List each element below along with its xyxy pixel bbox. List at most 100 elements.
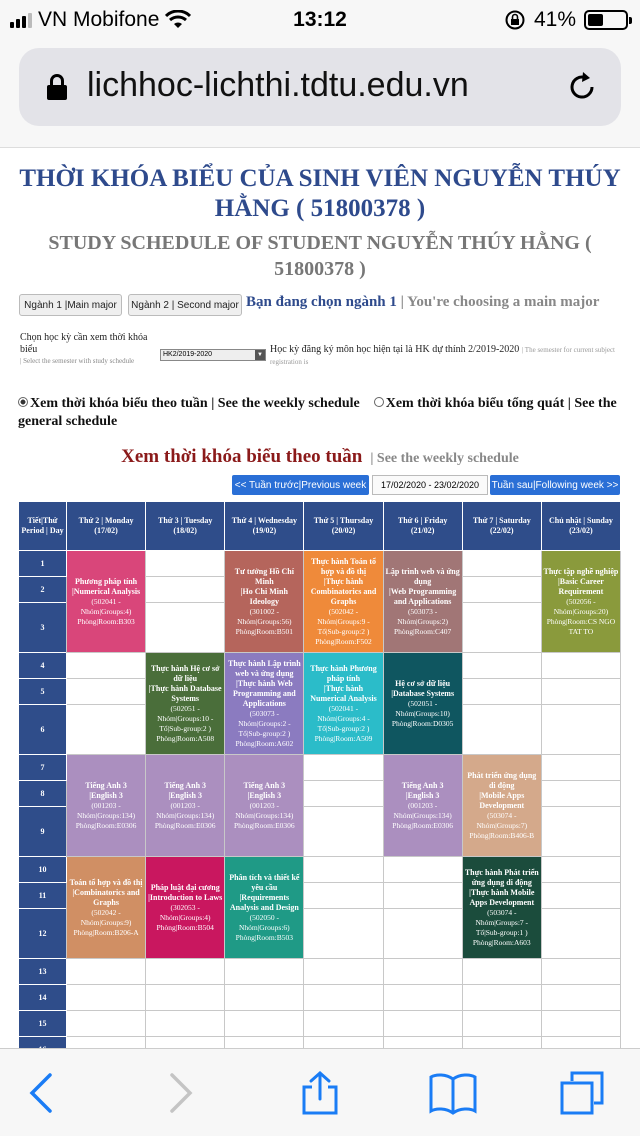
chevron-down-icon: ▼: [255, 350, 265, 360]
day-name: Chủ nhật | Sunday: [549, 516, 613, 525]
schedule-event[interactable]: Tiếng Anh 3 |English 3 (001203 - Nhóm|Grou…: [224, 754, 305, 857]
schedule-event[interactable]: Thực hành Toán tổ hợp và đồ thị |Thực hàn…: [303, 550, 384, 653]
schedule-event[interactable]: Hệ cơ sở dữ liệu |Database Systems (502051…: [382, 652, 463, 755]
empty-cell: [540, 856, 622, 883]
back-icon[interactable]: [20, 1071, 64, 1115]
schedule-event[interactable]: Tư tưởng Hồ Chí Minh |Ho Chi Minh Ideolog…: [224, 550, 305, 653]
address-bar[interactable]: lichhoc-lichthi.tdtu.edu.vn: [19, 48, 621, 126]
empty-cell: [461, 1010, 542, 1037]
period-label: 12: [18, 908, 67, 959]
reload-icon[interactable]: [565, 70, 599, 104]
empty-cell: [382, 984, 463, 1011]
day-header: Thứ 3 | Tuesday (18/02): [145, 501, 226, 551]
forward-icon[interactable]: [158, 1071, 202, 1115]
empty-cell: [224, 1010, 305, 1037]
event-subtitle: |Thực hành Web Programming and Applicati…: [232, 678, 296, 708]
event-detail: (502042 - Nhóm|Groups:9 - Tổ|Sub-group:2…: [315, 606, 372, 646]
schedule-event[interactable]: Thực hành Lập trình web và ứng dụng |Thực…: [224, 652, 305, 755]
general-radio[interactable]: [373, 397, 384, 407]
period-label: 13: [18, 958, 67, 985]
previous-week-button[interactable]: << Tuần trước|Previous week: [232, 475, 369, 495]
event-title: Tiếng Anh 3: [243, 780, 286, 790]
bookmarks-icon[interactable]: [428, 1071, 478, 1115]
page-content: THỜI KHÓA BIỂU CỦA SINH VIÊN NGUYỄN THÚY…: [0, 150, 640, 1048]
orientation-lock-icon: [505, 10, 525, 30]
week-heading: Xem thời khóa biểu theo tuần | See the w…: [0, 446, 640, 468]
schedule-event[interactable]: Phương pháp tính |Numerical Analysis (5020…: [65, 550, 147, 653]
url-text[interactable]: lichhoc-lichthi.tdtu.edu.vn: [87, 66, 469, 105]
semester-label-en: | Select the semester with study schedul…: [20, 357, 135, 365]
event-subtitle: |Database Systems: [391, 688, 455, 698]
current-semester-info: Học kỳ đăng ký môn học hiện tại là HK dự…: [270, 344, 634, 368]
empty-cell: [65, 958, 147, 985]
event-subtitle: |English 3: [89, 790, 123, 800]
day-name: Thứ 7 | Saturday: [472, 516, 531, 525]
schedule-event[interactable]: Lập trình web và ứng dụng |Web Programmin…: [382, 550, 463, 653]
weekly-option-label[interactable]: Xem thời khóa biểu theo tuần | See the w…: [30, 396, 360, 411]
empty-cell: [303, 908, 384, 959]
empty-cell: [461, 1036, 542, 1048]
empty-cell: [303, 754, 384, 781]
event-detail: (502041 - Nhóm|Groups:4 - Tổ|Sub-group:2…: [314, 703, 373, 743]
second-major-button[interactable]: Ngành 2 | Second major: [128, 294, 242, 316]
table-row: 1 Phương pháp tính |Numerical Analysis (502…: [18, 550, 622, 653]
empty-cell: [145, 576, 226, 603]
semester-select[interactable]: HK2/2019-2020 ▼: [160, 349, 266, 361]
schedule-event[interactable]: Thực tập nghề nghiệp |Basic Career Requir…: [540, 550, 622, 653]
schedule-event[interactable]: Phát triển ứng dụng di động |Mobile Apps …: [461, 754, 542, 857]
day-date: (17/02): [94, 526, 118, 535]
event-detail: (001203 - Nhóm|Groups:134) Phòng|Room:E0…: [234, 800, 295, 830]
tabs-icon[interactable]: [560, 1071, 604, 1115]
empty-cell: [303, 958, 384, 985]
empty-cell: [540, 806, 622, 857]
lock-icon: [47, 74, 67, 100]
empty-cell: [461, 704, 542, 755]
browser-toolbar: [0, 1048, 640, 1136]
day-name: Thứ 5 | Thursday: [313, 516, 374, 525]
following-week-button[interactable]: Tuần sau|Following week >>: [490, 475, 620, 495]
schedule-event[interactable]: Toán tổ hợp và đồ thị |Combinatorics and …: [65, 856, 147, 959]
period-label: 6: [18, 704, 67, 755]
schedule-event[interactable]: Thực hành Phát triển ứng dụng di động |Th…: [461, 856, 542, 959]
schedule-event[interactable]: Thực hành Hệ cơ sở dữ liệu |Thực hành Dat…: [145, 652, 226, 755]
schedule-event[interactable]: Tiếng Anh 3 |English 3 (001203 - Nhóm|Grou…: [382, 754, 463, 857]
schedule-event[interactable]: Pháp luật đại cương |Introduction to Laws…: [145, 856, 226, 959]
day-header: Chủ nhật | Sunday (23/02): [540, 501, 622, 551]
schedule-event[interactable]: Tiếng Anh 3 |English 3 (001203 - Nhóm|Grou…: [65, 754, 147, 857]
empty-cell: [303, 780, 384, 807]
period-label: 16: [18, 1036, 67, 1048]
event-subtitle: |Thực hành Database Systems: [148, 683, 222, 703]
schedule-table: Tiết|Thứ Period | Day Thứ 2 | Monday (17/0…: [18, 501, 622, 1048]
event-detail: (503073 - Nhóm|Groups:2) Phòng|Room:C407: [393, 606, 452, 636]
event-subtitle: |Thực hành Numerical Analysis: [310, 683, 377, 703]
schedule-event[interactable]: Thực hành Phương pháp tính |Thực hành Num…: [303, 652, 384, 755]
empty-cell: [303, 1010, 384, 1037]
day-header: Thứ 7 | Saturday (22/02): [461, 501, 542, 551]
weekly-radio[interactable]: [18, 397, 28, 407]
day-name: Thứ 4 | Wednesday: [231, 516, 298, 525]
empty-cell: [65, 984, 147, 1011]
battery-icon: [584, 10, 632, 30]
period-label: 11: [18, 882, 67, 909]
event-detail: (502042 - Nhóm|Groups:9) Phòng|Room:B206…: [73, 907, 139, 937]
table-row: 14: [18, 984, 622, 1011]
browser-header: lichhoc-lichthi.tdtu.edu.vn: [0, 40, 640, 148]
event-detail: (503074 - Nhóm|Groups:7) Phòng|Room:B406…: [469, 810, 535, 840]
status-bar: VN Mobifone 13:12 41%: [0, 0, 640, 40]
empty-cell: [145, 1036, 226, 1048]
day-header: Thứ 6 | Friday (21/02): [382, 501, 463, 551]
empty-cell: [65, 678, 147, 705]
event-title: Thực hành Lập trình web và ứng dụng: [228, 658, 301, 678]
event-title: Phân tích và thiết kế yêu cầu: [229, 872, 300, 892]
event-title: Tiếng Anh 3: [85, 780, 127, 790]
period-label: 3: [18, 602, 67, 653]
schedule-event[interactable]: Phân tích và thiết kế yêu cầu |Requiremen…: [224, 856, 305, 959]
empty-cell: [540, 754, 622, 781]
empty-cell: [303, 806, 384, 857]
share-icon[interactable]: [298, 1071, 342, 1115]
empty-cell: [303, 1036, 384, 1048]
main-major-button[interactable]: Ngành 1 |Main major: [19, 294, 122, 316]
schedule-event[interactable]: Tiếng Anh 3 |English 3 (001203 - Nhóm|Grou…: [145, 754, 226, 857]
event-subtitle: |English 3: [168, 790, 202, 800]
event-subtitle: |English 3: [405, 790, 440, 800]
